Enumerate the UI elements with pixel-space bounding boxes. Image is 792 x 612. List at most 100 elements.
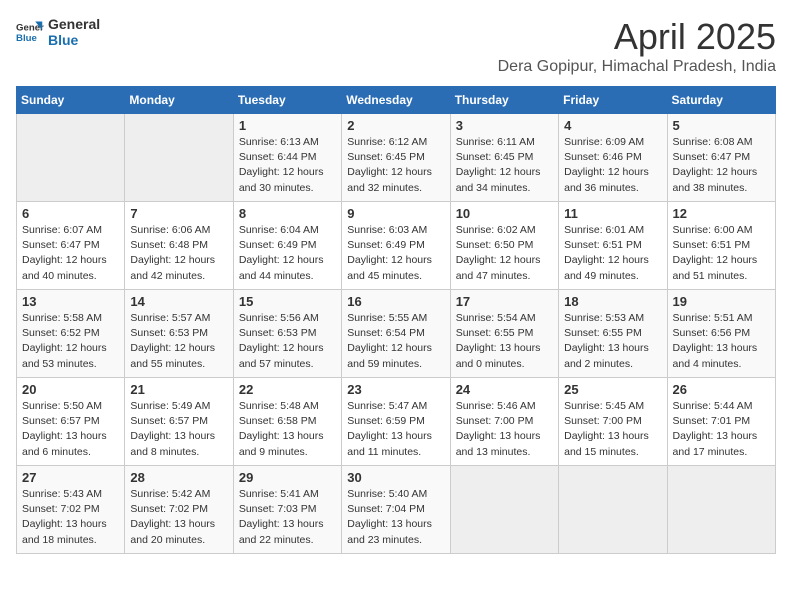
calendar-cell [667, 466, 775, 554]
calendar-cell: 23Sunrise: 5:47 AM Sunset: 6:59 PM Dayli… [342, 378, 450, 466]
day-info: Sunrise: 5:50 AM Sunset: 6:57 PM Dayligh… [22, 399, 119, 460]
logo-icon: General Blue [16, 18, 44, 46]
day-info: Sunrise: 5:54 AM Sunset: 6:55 PM Dayligh… [456, 311, 553, 372]
day-info: Sunrise: 5:46 AM Sunset: 7:00 PM Dayligh… [456, 399, 553, 460]
day-number: 5 [673, 118, 770, 133]
day-info: Sunrise: 6:01 AM Sunset: 6:51 PM Dayligh… [564, 223, 661, 284]
day-info: Sunrise: 6:08 AM Sunset: 6:47 PM Dayligh… [673, 135, 770, 196]
day-info: Sunrise: 6:06 AM Sunset: 6:48 PM Dayligh… [130, 223, 227, 284]
day-info: Sunrise: 6:04 AM Sunset: 6:49 PM Dayligh… [239, 223, 336, 284]
calendar-cell: 3 Sunrise: 6:11 AM Sunset: 6:45 PM Daylig… [450, 114, 558, 202]
day-number: 25 [564, 382, 661, 397]
calendar-cell: 17 Sunrise: 5:54 AM Sunset: 6:55 PM Dayli… [450, 290, 558, 378]
day-number: 29 [239, 470, 336, 485]
day-info: Sunrise: 5:56 AM Sunset: 6:53 PM Dayligh… [239, 311, 336, 372]
day-info: Sunrise: 5:55 AM Sunset: 6:54 PM Dayligh… [347, 311, 444, 372]
calendar-week-3: 13 Sunrise: 5:58 AM Sunset: 6:52 PM Dayli… [17, 290, 776, 378]
day-number: 27 [22, 470, 119, 485]
day-number: 13 [22, 294, 119, 309]
day-info: Sunrise: 5:41 AM Sunset: 7:03 PM Dayligh… [239, 487, 336, 548]
calendar-cell: 14 Sunrise: 5:57 AM Sunset: 6:53 PM Dayli… [125, 290, 233, 378]
day-info: Sunrise: 6:11 AM Sunset: 6:45 PM Dayligh… [456, 135, 553, 196]
day-info: Sunrise: 6:00 AM Sunset: 6:51 PM Dayligh… [673, 223, 770, 284]
calendar-cell: 20 Sunrise: 5:50 AM Sunset: 6:57 PM Dayli… [17, 378, 125, 466]
calendar-cell: 27 Sunrise: 5:43 AM Sunset: 7:02 PM Dayli… [17, 466, 125, 554]
day-info: Sunrise: 6:09 AM Sunset: 6:46 PM Dayligh… [564, 135, 661, 196]
calendar-cell [125, 114, 233, 202]
calendar-cell: 30Sunrise: 5:40 AM Sunset: 7:04 PM Dayli… [342, 466, 450, 554]
day-info: Sunrise: 6:12 AM Sunset: 6:45 PM Dayligh… [347, 135, 444, 196]
header-friday: Friday [559, 87, 667, 114]
header-sunday: Sunday [17, 87, 125, 114]
day-number: 28 [130, 470, 227, 485]
day-number: 6 [22, 206, 119, 221]
calendar-header-row: SundayMondayTuesdayWednesdayThursdayFrid… [17, 87, 776, 114]
day-number: 17 [456, 294, 553, 309]
day-number: 21 [130, 382, 227, 397]
day-info: Sunrise: 5:45 AM Sunset: 7:00 PM Dayligh… [564, 399, 661, 460]
day-number: 26 [673, 382, 770, 397]
day-info: Sunrise: 6:03 AM Sunset: 6:49 PM Dayligh… [347, 223, 444, 284]
calendar-cell: 12 Sunrise: 6:00 AM Sunset: 6:51 PM Dayli… [667, 202, 775, 290]
calendar-cell [17, 114, 125, 202]
calendar-cell: 22 Sunrise: 5:48 AM Sunset: 6:58 PM Dayli… [233, 378, 341, 466]
day-number: 1 [239, 118, 336, 133]
day-info: Sunrise: 5:53 AM Sunset: 6:55 PM Dayligh… [564, 311, 661, 372]
header-saturday: Saturday [667, 87, 775, 114]
day-number: 10 [456, 206, 553, 221]
calendar-cell [450, 466, 558, 554]
calendar-cell: 13 Sunrise: 5:58 AM Sunset: 6:52 PM Dayli… [17, 290, 125, 378]
day-number: 11 [564, 206, 661, 221]
calendar-week-2: 6 Sunrise: 6:07 AM Sunset: 6:47 PM Daylig… [17, 202, 776, 290]
day-info: Sunrise: 5:40 AM Sunset: 7:04 PM Dayligh… [347, 487, 444, 548]
day-info: Sunrise: 5:58 AM Sunset: 6:52 PM Dayligh… [22, 311, 119, 372]
title-block: April 2025 Dera Gopipur, Himachal Prades… [498, 16, 776, 76]
day-number: 3 [456, 118, 553, 133]
day-info: Sunrise: 5:43 AM Sunset: 7:02 PM Dayligh… [22, 487, 119, 548]
calendar-cell: 19 Sunrise: 5:51 AM Sunset: 6:56 PM Dayli… [667, 290, 775, 378]
calendar-week-5: 27 Sunrise: 5:43 AM Sunset: 7:02 PM Dayli… [17, 466, 776, 554]
calendar-cell: 18 Sunrise: 5:53 AM Sunset: 6:55 PM Dayli… [559, 290, 667, 378]
calendar-cell: 1 Sunrise: 6:13 AM Sunset: 6:44 PM Daylig… [233, 114, 341, 202]
day-info: Sunrise: 5:49 AM Sunset: 6:57 PM Dayligh… [130, 399, 227, 460]
calendar-week-4: 20 Sunrise: 5:50 AM Sunset: 6:57 PM Dayli… [17, 378, 776, 466]
calendar-cell: 7 Sunrise: 6:06 AM Sunset: 6:48 PM Daylig… [125, 202, 233, 290]
day-info: Sunrise: 6:07 AM Sunset: 6:47 PM Dayligh… [22, 223, 119, 284]
calendar-week-1: 1 Sunrise: 6:13 AM Sunset: 6:44 PM Daylig… [17, 114, 776, 202]
day-number: 16 [347, 294, 444, 309]
logo: General Blue General Blue [16, 16, 100, 48]
day-number: 7 [130, 206, 227, 221]
location-title: Dera Gopipur, Himachal Pradesh, India [498, 58, 776, 76]
day-number: 19 [673, 294, 770, 309]
header-wednesday: Wednesday [342, 87, 450, 114]
calendar-cell: 9 Sunrise: 6:03 AM Sunset: 6:49 PM Daylig… [342, 202, 450, 290]
calendar-cell: 25 Sunrise: 5:45 AM Sunset: 7:00 PM Dayli… [559, 378, 667, 466]
calendar-cell: 8 Sunrise: 6:04 AM Sunset: 6:49 PM Daylig… [233, 202, 341, 290]
day-number: 12 [673, 206, 770, 221]
calendar-cell: 26 Sunrise: 5:44 AM Sunset: 7:01 PM Dayli… [667, 378, 775, 466]
day-number: 18 [564, 294, 661, 309]
day-info: Sunrise: 5:47 AM Sunset: 6:59 PM Dayligh… [347, 399, 444, 460]
day-number: 2 [347, 118, 444, 133]
calendar-cell: 24Sunrise: 5:46 AM Sunset: 7:00 PM Dayli… [450, 378, 558, 466]
page-header: General Blue General Blue April 2025 Der… [16, 16, 776, 76]
calendar-cell: 10 Sunrise: 6:02 AM Sunset: 6:50 PM Dayli… [450, 202, 558, 290]
day-number: 4 [564, 118, 661, 133]
calendar-table: SundayMondayTuesdayWednesdayThursdayFrid… [16, 86, 776, 554]
day-info: Sunrise: 5:44 AM Sunset: 7:01 PM Dayligh… [673, 399, 770, 460]
day-info: Sunrise: 5:51 AM Sunset: 6:56 PM Dayligh… [673, 311, 770, 372]
day-number: 20 [22, 382, 119, 397]
day-info: Sunrise: 5:48 AM Sunset: 6:58 PM Dayligh… [239, 399, 336, 460]
day-number: 22 [239, 382, 336, 397]
logo-line1: General [48, 16, 100, 32]
day-info: Sunrise: 6:13 AM Sunset: 6:44 PM Dayligh… [239, 135, 336, 196]
day-number: 9 [347, 206, 444, 221]
logo-line2: Blue [48, 32, 100, 48]
calendar-cell: 6 Sunrise: 6:07 AM Sunset: 6:47 PM Daylig… [17, 202, 125, 290]
day-number: 15 [239, 294, 336, 309]
svg-text:Blue: Blue [16, 33, 37, 44]
day-info: Sunrise: 5:57 AM Sunset: 6:53 PM Dayligh… [130, 311, 227, 372]
day-number: 14 [130, 294, 227, 309]
day-info: Sunrise: 6:02 AM Sunset: 6:50 PM Dayligh… [456, 223, 553, 284]
day-number: 8 [239, 206, 336, 221]
